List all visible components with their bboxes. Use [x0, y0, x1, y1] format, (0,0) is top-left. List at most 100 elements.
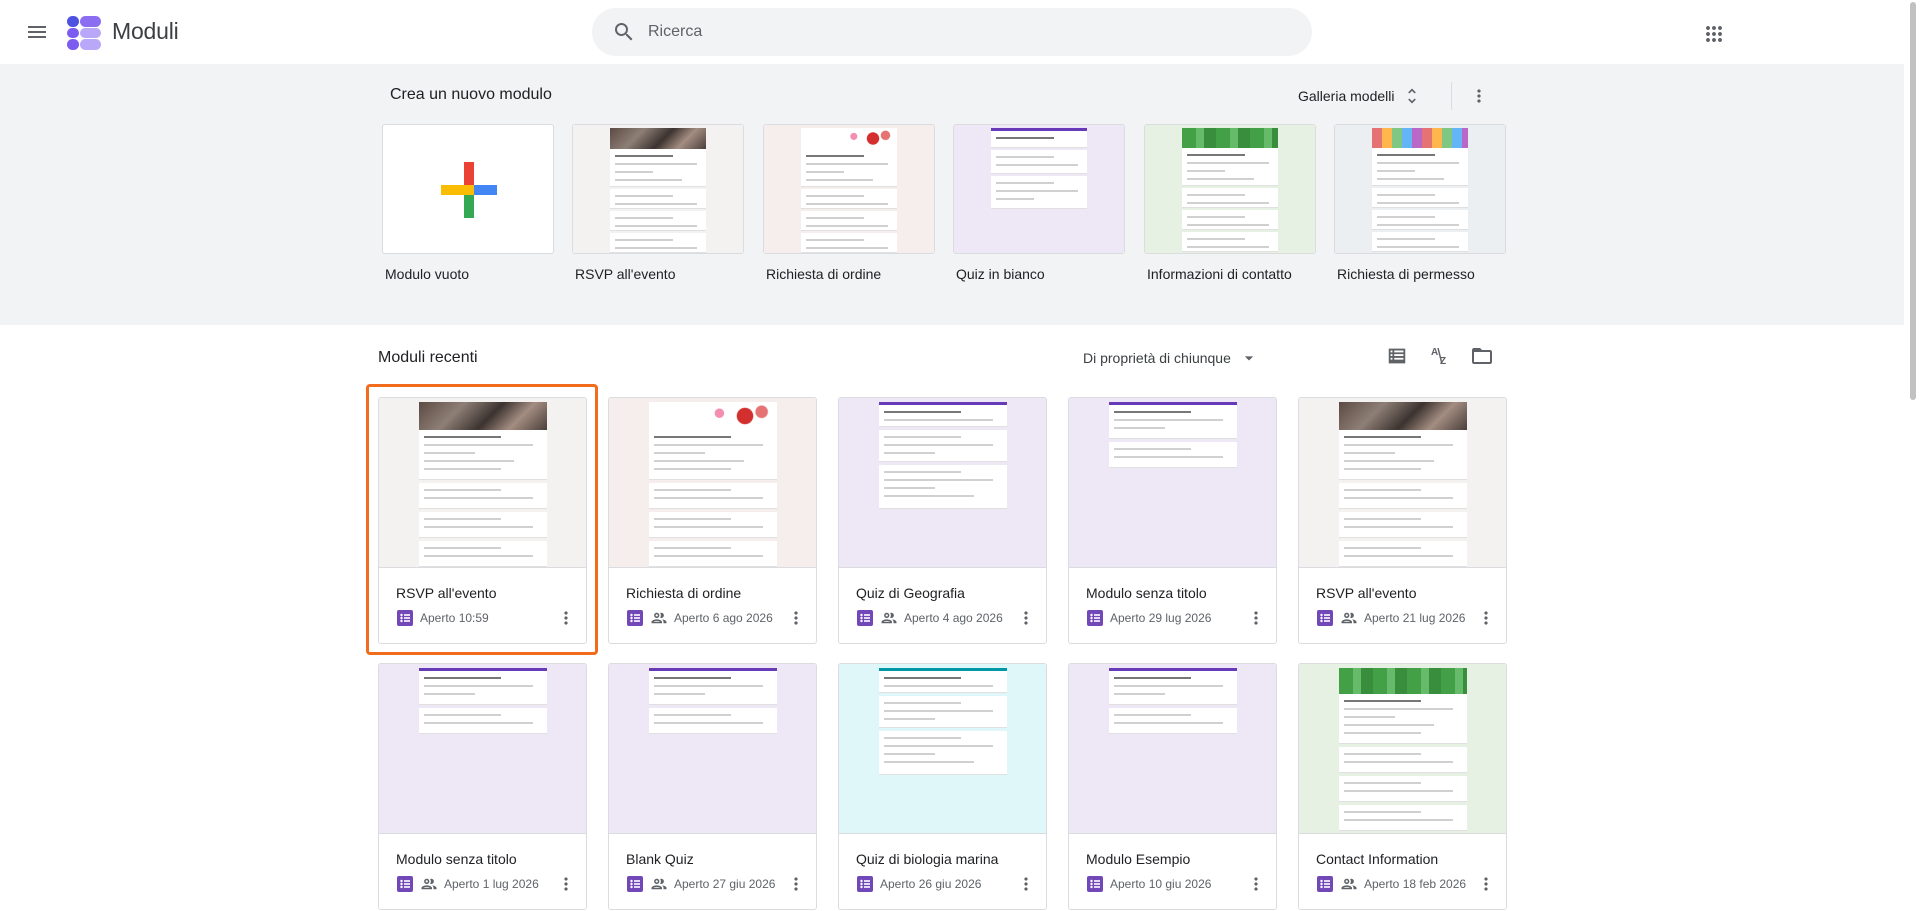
form-title: Contact Information: [1316, 851, 1439, 867]
more-vert-icon: [794, 611, 798, 625]
form-meta: Aperto 4 ago 2026: [856, 608, 1003, 628]
more-vert-icon: [794, 877, 798, 891]
form-card[interactable]: RSVP all'evento Aperto 21 lug 2026: [1298, 397, 1507, 644]
more-vert-icon: [1024, 611, 1028, 625]
gallery-divider: [1451, 82, 1452, 110]
form-card[interactable]: Quiz di biologia marina Aperto 26 giu 20…: [838, 663, 1047, 910]
main-menu-button[interactable]: [19, 14, 55, 50]
page-scrollbar[interactable]: [1907, 0, 1920, 911]
gallery-more-button[interactable]: [1461, 78, 1497, 114]
form-title: Richiesta di ordine: [626, 585, 742, 601]
template-thumbnail: [1144, 124, 1316, 254]
forms-file-icon: [1317, 876, 1333, 892]
people-icon: [1341, 612, 1357, 624]
form-meta: Aperto 21 lug 2026: [1316, 608, 1465, 628]
folder-icon: [1472, 348, 1492, 364]
forms-file-icon: [627, 876, 643, 892]
form-meta: Aperto 18 feb 2026: [1316, 874, 1466, 894]
people-icon: [421, 878, 437, 890]
form-card[interactable]: RSVP all'evento Aperto 10:59: [378, 397, 587, 644]
form-thumbnail: [379, 664, 586, 834]
form-more-button[interactable]: [552, 604, 580, 632]
form-thumbnail: [1299, 664, 1506, 834]
form-more-button[interactable]: [1012, 604, 1040, 632]
form-opened-date: Aperto 18 feb 2026: [1364, 877, 1467, 891]
form-opened-date: Aperto 10 giu 2026: [1110, 877, 1212, 891]
template-label: Richiesta di permesso: [1337, 266, 1475, 282]
forms-logo-icon[interactable]: [66, 15, 102, 51]
template-photo[interactable]: RSVP all'evento: [572, 124, 744, 282]
form-title: RSVP all'evento: [396, 585, 497, 601]
app-title[interactable]: Moduli: [112, 18, 179, 45]
open-file-picker-button[interactable]: [1462, 336, 1502, 376]
form-card[interactable]: Contact Information Aperto 18 feb 2026: [1298, 663, 1507, 910]
form-card[interactable]: Modulo senza titolo Aperto 29 lug 2026: [1068, 397, 1277, 644]
template-gallery-button[interactable]: Galleria modelli: [1290, 78, 1430, 114]
form-card[interactable]: Blank Quiz Aperto 27 giu 2026: [608, 663, 817, 910]
svg-text:A: A: [1431, 347, 1438, 358]
search-button[interactable]: [600, 8, 648, 56]
form-meta: Aperto 10:59: [396, 608, 489, 628]
forms-file-icon: [397, 876, 413, 892]
more-vert-icon: [1484, 611, 1488, 625]
form-more-button[interactable]: [1242, 870, 1270, 898]
template-label: Informazioni di contatto: [1147, 266, 1292, 282]
template-mosaic[interactable]: Richiesta di permesso: [1334, 124, 1506, 282]
forms-file-icon: [397, 610, 413, 626]
more-vert-icon: [1484, 877, 1488, 891]
form-thumbnail: [1069, 398, 1276, 568]
sort-button[interactable]: A Z: [1420, 336, 1460, 376]
forms-file-icon: [1317, 610, 1333, 626]
form-opened-date: Aperto 4 ago 2026: [904, 611, 1003, 625]
plus-icon: [441, 162, 497, 218]
dropdown-arrow-icon: [1244, 356, 1254, 361]
form-thumbnail: [609, 398, 816, 568]
form-title: Modulo Esempio: [1086, 851, 1191, 867]
search-icon: [615, 23, 633, 41]
form-more-button[interactable]: [1472, 604, 1500, 632]
form-card[interactable]: Modulo Esempio Aperto 10 giu 2026: [1068, 663, 1277, 910]
form-opened-date: Aperto 10:59: [420, 611, 489, 625]
template-label: Quiz in bianco: [956, 266, 1045, 282]
template-quiz[interactable]: Quiz in bianco: [953, 124, 1125, 282]
form-card[interactable]: Richiesta di ordine Aperto 6 ago 2026: [608, 397, 817, 644]
form-thumbnail: [1069, 664, 1276, 834]
form-more-button[interactable]: [1472, 870, 1500, 898]
more-vert-icon: [1254, 877, 1258, 891]
apps-grid-icon: [1706, 26, 1722, 42]
form-thumbnail: [839, 664, 1046, 834]
top-app-bar: Moduli: [0, 0, 1920, 64]
form-more-button[interactable]: [782, 604, 810, 632]
search-input[interactable]: [648, 23, 1248, 41]
form-title: Blank Quiz: [626, 851, 694, 867]
form-card[interactable]: Modulo senza titolo Aperto 1 lug 2026: [378, 663, 587, 910]
template-thumbnail: [953, 124, 1125, 254]
list-view-button[interactable]: [1377, 336, 1417, 376]
form-more-button[interactable]: [1242, 604, 1270, 632]
form-card[interactable]: Quiz di Geografia Aperto 4 ago 2026: [838, 397, 1047, 644]
google-apps-button[interactable]: [1694, 14, 1734, 54]
form-title: Modulo senza titolo: [396, 851, 517, 867]
forms-file-icon: [627, 610, 643, 626]
template-flowers[interactable]: Richiesta di ordine: [763, 124, 935, 282]
more-vert-icon: [1024, 877, 1028, 891]
forms-file-icon: [1087, 610, 1103, 626]
template-thumbnail: [1334, 124, 1506, 254]
owner-filter-dropdown[interactable]: Di proprietà di chiunque: [1077, 340, 1265, 376]
form-more-button[interactable]: [552, 870, 580, 898]
scrollbar-thumb[interactable]: [1910, 2, 1916, 400]
form-more-button[interactable]: [782, 870, 810, 898]
list-view-icon: [1388, 348, 1406, 364]
template-green[interactable]: Informazioni di contatto: [1144, 124, 1316, 282]
template-blank[interactable]: Modulo vuoto: [382, 124, 554, 282]
template-gallery: Crea un nuovo modulo Galleria modelli Mo…: [0, 64, 1904, 325]
form-thumbnail: [1299, 398, 1506, 568]
form-meta: Aperto 10 giu 2026: [1086, 874, 1211, 894]
people-icon: [651, 612, 667, 624]
search-bar[interactable]: [592, 8, 1312, 56]
template-thumbnail: [763, 124, 935, 254]
form-title: RSVP all'evento: [1316, 585, 1417, 601]
form-more-button[interactable]: [1012, 870, 1040, 898]
form-opened-date: Aperto 6 ago 2026: [674, 611, 773, 625]
template-label: Modulo vuoto: [385, 266, 470, 282]
